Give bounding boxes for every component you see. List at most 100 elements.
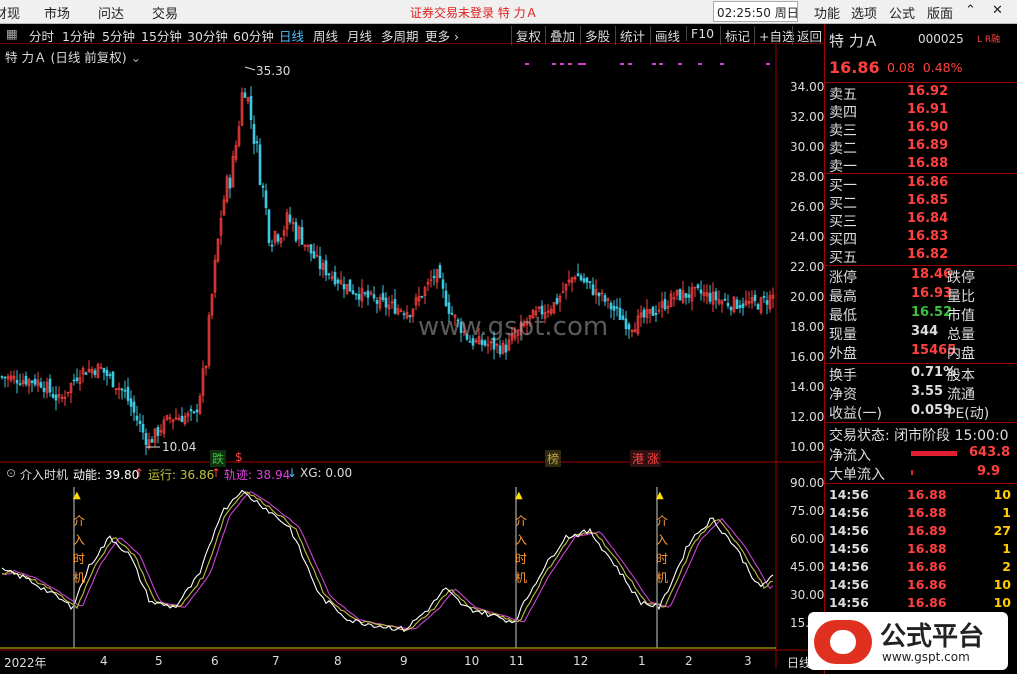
- bid-row[interactable]: 买三 16.84: [829, 211, 1015, 230]
- indicator-guiji: 轨迹: 38.94: [224, 468, 291, 482]
- candle-body: [18, 383, 22, 385]
- signal-text: 介: [655, 514, 668, 528]
- x-label: 1: [638, 654, 646, 668]
- event-mark-die[interactable]: 跌: [210, 450, 227, 467]
- candle-body: [276, 234, 280, 242]
- ask-row[interactable]: 卖一 16.88: [829, 156, 1015, 175]
- candle-body: [195, 409, 199, 413]
- stat-row: 换手 0.71% 股本: [829, 365, 975, 384]
- event-mark-bang[interactable]: 榜: [545, 450, 562, 467]
- high-pointer: [244, 66, 256, 71]
- candle-body: [93, 370, 97, 375]
- ask-row[interactable]: 卖三 16.90: [829, 120, 1015, 139]
- signal-text: 入: [514, 533, 527, 547]
- candle-body: [372, 294, 376, 299]
- big-inflow: 大单流入 9.9: [829, 464, 1001, 483]
- event-dot: [678, 63, 682, 65]
- candle-body: [585, 277, 589, 283]
- candle-body: [384, 297, 388, 308]
- candle-body: [192, 411, 196, 414]
- candle-body: [402, 313, 406, 315]
- tick-row: 14:56 16.88 1: [829, 505, 1011, 520]
- x-label: 5: [155, 654, 163, 668]
- candle-body: [642, 309, 646, 318]
- candle-body: [150, 439, 154, 443]
- event-mark-dollar[interactable]: $: [233, 450, 245, 464]
- bid-row[interactable]: 买二 16.85: [829, 193, 1015, 212]
- menu-options[interactable]: 选项: [851, 3, 877, 22]
- candle-body: [576, 273, 580, 277]
- candle-body: [366, 290, 370, 298]
- kline-chart-svg[interactable]: [0, 0, 824, 674]
- signal-triangle-icon: ▲: [656, 490, 664, 501]
- candle-body: [228, 177, 232, 189]
- candle-body: [684, 293, 688, 298]
- candle-body: [708, 293, 712, 302]
- candle-body: [651, 306, 655, 316]
- candle-body: [735, 299, 739, 309]
- indicator-menu-icon[interactable]: ⊙: [6, 466, 16, 480]
- candle-body: [144, 433, 148, 446]
- candle-body: [354, 293, 358, 296]
- signal-text: 时: [655, 552, 668, 566]
- candle-body: [336, 279, 340, 284]
- event-mark-zhang[interactable]: 涨: [645, 450, 662, 467]
- candle-body: [141, 423, 145, 433]
- signal-text: 机: [655, 571, 668, 585]
- candle-body: [615, 306, 619, 309]
- restore-icon[interactable]: ⌃: [965, 3, 976, 18]
- candle-body: [249, 95, 253, 120]
- candle-body: [588, 281, 592, 283]
- candle-body: [123, 389, 127, 392]
- event-dot: [525, 63, 529, 65]
- candle-body: [54, 394, 58, 401]
- candle-body: [51, 394, 55, 398]
- candle-body: [612, 305, 616, 311]
- candle-body: [267, 209, 271, 244]
- event-dot: [659, 63, 663, 65]
- candle-body: [624, 318, 628, 329]
- candle-body: [762, 296, 766, 298]
- price-tick: 12.00: [790, 410, 825, 424]
- candle-body: [294, 222, 298, 241]
- ask-row[interactable]: 卖五 16.92: [829, 84, 1015, 103]
- candle-body: [15, 379, 19, 384]
- signal-text: 入: [72, 533, 85, 547]
- brand-name: 公式平台: [880, 622, 985, 652]
- indicator-tick: 75.00: [790, 504, 825, 518]
- candle-body: [156, 426, 160, 436]
- candle-body: [726, 303, 730, 307]
- candle-body: [357, 293, 361, 300]
- down-arrow-icon: ↓: [287, 466, 298, 480]
- event-dot: [652, 63, 656, 65]
- bid-row[interactable]: 买一 16.86: [829, 175, 1015, 194]
- candle-body: [264, 190, 268, 209]
- candle-body: [300, 227, 304, 245]
- menu-layout[interactable]: 版面: [927, 3, 953, 22]
- stock-app: { "menu": {"items":["财现","市场","问达","交易"]…: [0, 0, 1017, 674]
- candle-body: [3, 376, 7, 379]
- candle-body: [375, 300, 379, 304]
- candle-body: [438, 265, 442, 279]
- candle-body: [309, 244, 313, 254]
- candle-body: [753, 294, 757, 302]
- indicator-name[interactable]: 介入时机: [20, 466, 68, 483]
- candle-body: [84, 372, 88, 375]
- event-dot: [578, 63, 582, 65]
- candle-body: [30, 380, 34, 383]
- close-icon[interactable]: ✕: [992, 3, 1003, 18]
- candle-body: [252, 123, 256, 145]
- bid-row[interactable]: 买四 16.83: [829, 229, 1015, 248]
- ask-row[interactable]: 卖四 16.91: [829, 102, 1015, 121]
- bid-row[interactable]: 买五 16.82: [829, 247, 1015, 266]
- tick-row: 14:56 16.88 1: [829, 541, 1011, 556]
- price-tick: 22.00: [790, 260, 825, 274]
- candle-body: [33, 378, 37, 385]
- price-tick: 28.00: [790, 170, 825, 184]
- event-dot: [568, 63, 572, 65]
- event-mark-gang[interactable]: 港: [630, 450, 647, 467]
- x-label: 2022年: [4, 656, 47, 670]
- ask-row[interactable]: 卖二 16.89: [829, 138, 1015, 157]
- menu-formula[interactable]: 公式: [889, 3, 915, 22]
- tick-row: 14:56 16.88 10: [829, 487, 1011, 502]
